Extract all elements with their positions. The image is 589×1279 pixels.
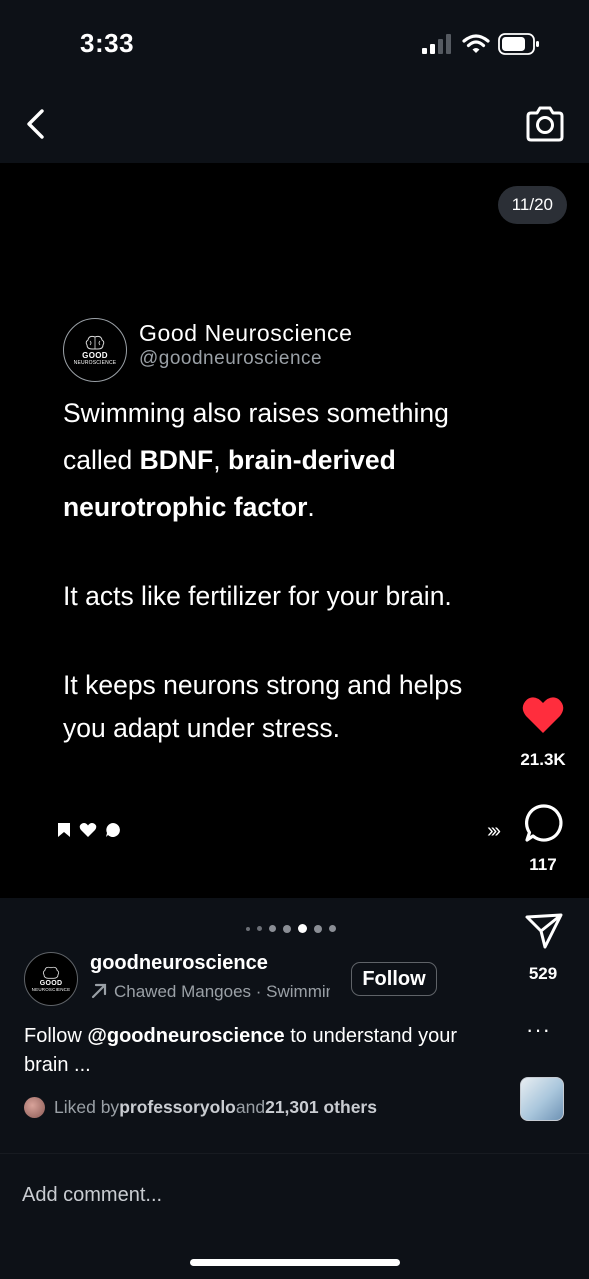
liker-avatar bbox=[24, 1097, 45, 1118]
status-time: 3:33 bbox=[80, 28, 135, 58]
caption-mention[interactable]: @goodneuroscience bbox=[87, 1025, 284, 1047]
wifi-icon bbox=[462, 34, 490, 53]
heart-icon bbox=[79, 823, 97, 837]
brain-icon bbox=[42, 966, 60, 979]
share-button[interactable] bbox=[524, 912, 564, 950]
carousel-dots bbox=[246, 924, 336, 933]
author-avatar[interactable]: GOOD NEUROSCIENCE bbox=[24, 952, 78, 1006]
post-body-line: Swimming also raises something bbox=[63, 398, 449, 428]
carousel-dot bbox=[269, 925, 276, 932]
post-body-bold: brain-derived bbox=[227, 445, 396, 475]
post-body-bold: neurotrophic factor bbox=[63, 492, 308, 522]
liker-username[interactable]: professoryolo bbox=[119, 1097, 236, 1118]
chat-bubble-icon bbox=[106, 823, 120, 837]
status-bar: 3:33 bbox=[0, 0, 589, 90]
post-body-line: It acts like fertilizer for your brain. bbox=[63, 581, 452, 611]
audio-track-label: Chawed Mangoes · Swimming bbox=[114, 982, 330, 1001]
arrow-up-right-icon bbox=[91, 983, 107, 999]
audio-track[interactable]: Chawed Mangoes · Swimming bbox=[90, 982, 330, 1002]
battery-icon bbox=[498, 33, 539, 55]
post-body-line: you adapt under stress. bbox=[63, 713, 340, 743]
post-body-line: neurotrophic factor. bbox=[63, 492, 315, 522]
post-card-name: Good Neuroscience bbox=[139, 320, 353, 346]
post-card-avatar: GOOD NEUROSCIENCE bbox=[63, 318, 127, 382]
avatar-brand-text: GOOD bbox=[82, 350, 108, 360]
post-body-line: called BDNF, brain-derived bbox=[63, 445, 396, 475]
carousel-dot bbox=[246, 926, 250, 931]
home-indicator bbox=[190, 1259, 400, 1266]
audio-thumbnail[interactable] bbox=[520, 1077, 564, 1121]
add-comment-input[interactable]: Add comment... bbox=[22, 1184, 162, 1207]
likes-others[interactable]: 21,301 others bbox=[265, 1097, 377, 1118]
back-button[interactable] bbox=[22, 106, 52, 142]
share-count: 529 bbox=[528, 964, 558, 983]
avatar-brand-text: GOOD bbox=[39, 980, 63, 987]
comment-count: 117 bbox=[529, 855, 557, 874]
follow-button[interactable]: Follow bbox=[351, 962, 437, 996]
skip-forward-icon[interactable]: ››› bbox=[487, 820, 501, 843]
post-body-line: It keeps neurons strong and helps bbox=[63, 670, 463, 700]
cellular-signal-icon bbox=[422, 34, 451, 54]
like-button[interactable] bbox=[521, 694, 565, 736]
bookmark-icon bbox=[58, 823, 70, 837]
more-options-button[interactable]: ··· bbox=[526, 1019, 560, 1041]
author-username[interactable]: goodneuroscience bbox=[90, 952, 268, 975]
carousel-dot bbox=[257, 926, 262, 931]
post-body-bold: BDNF bbox=[139, 445, 214, 475]
camera-button[interactable] bbox=[524, 104, 566, 144]
carousel-dot bbox=[314, 924, 322, 933]
slide-counter: 11/20 bbox=[497, 186, 567, 224]
carousel-dot-active bbox=[298, 924, 307, 933]
post-card-handle: @goodneuroscience bbox=[139, 348, 323, 369]
comment-button[interactable] bbox=[524, 803, 564, 843]
carousel-dot bbox=[329, 925, 336, 932]
slide-footer-icons bbox=[57, 822, 121, 838]
post-media[interactable] bbox=[0, 163, 589, 898]
liked-by-row[interactable]: Liked by professoryolo and 21,301 others bbox=[24, 1097, 377, 1118]
post-caption[interactable]: Follow @goodneuroscience to understand y… bbox=[24, 1022, 504, 1080]
carousel-dot bbox=[283, 924, 291, 933]
like-count: 21.3K bbox=[520, 750, 566, 769]
avatar-brand-subtext: NEUROSCIENCE bbox=[31, 987, 71, 992]
brain-icon bbox=[85, 335, 105, 349]
avatar-brand-subtext: NEUROSCIENCE bbox=[73, 359, 117, 366]
